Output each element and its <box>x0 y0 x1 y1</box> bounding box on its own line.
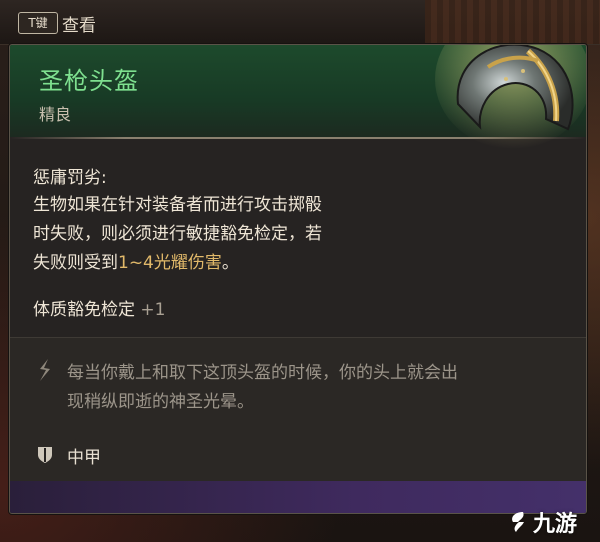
item-tooltip: 圣枪头盔 精良 惩庸罚劣: 生物如果在针对装备者而进行攻击掷骰 时失败，则必须进… <box>9 44 587 514</box>
ability-title: 惩庸罚劣: <box>33 168 107 188</box>
helmet-icon <box>435 45 586 149</box>
flavor-text: 每当你戴上和取下这顶头盔的时候，你的头上就会出 现稍纵即逝的神圣光晕。 <box>67 359 572 417</box>
keycap: T键 <box>18 12 58 34</box>
desc-text: 失败则受到 <box>33 253 118 273</box>
flavor-line: 每当你戴上和取下这顶头盔的时候，你的头上就会出 <box>67 363 458 383</box>
keyhint-label: 查看 <box>62 15 96 36</box>
watermark-text: 九游 <box>533 512 578 537</box>
save-bonus: 体质豁免检定 +1 <box>33 295 165 320</box>
desc-line: 失败则受到1~4光耀伤害。 <box>33 249 413 278</box>
bonus-value: +1 <box>140 300 166 320</box>
background-scenery <box>425 0 600 44</box>
desc-line: 生物如果在针对装备者而进行攻击掷骰 <box>33 195 322 215</box>
footer-bar <box>10 481 586 513</box>
inspect-key-hint[interactable]: T键 查看 <box>18 12 96 36</box>
feather-icon <box>40 359 50 381</box>
top-bar: T键 查看 <box>0 0 600 45</box>
shield-icon <box>38 447 52 463</box>
ability-description: 生物如果在针对装备者而进行攻击掷骰 时失败，则必须进行敏捷豁免检定，若 失败则受… <box>33 191 413 278</box>
item-rarity: 精良 <box>39 105 72 124</box>
flavor-line: 现稍纵即逝的神圣光晕。 <box>67 392 254 412</box>
watermark: 九游 <box>505 508 578 537</box>
desc-line: 时失败，则必须进行敏捷豁免检定，若 <box>33 224 322 244</box>
item-name: 圣枪头盔 <box>39 67 139 95</box>
desc-text: 。 <box>221 253 239 273</box>
damage-highlight: 1~4光耀伤害 <box>118 253 222 273</box>
armor-type: 中甲 <box>67 448 101 468</box>
watermark-logo-icon <box>512 512 524 532</box>
bonus-label: 体质豁免检定 <box>33 300 135 320</box>
